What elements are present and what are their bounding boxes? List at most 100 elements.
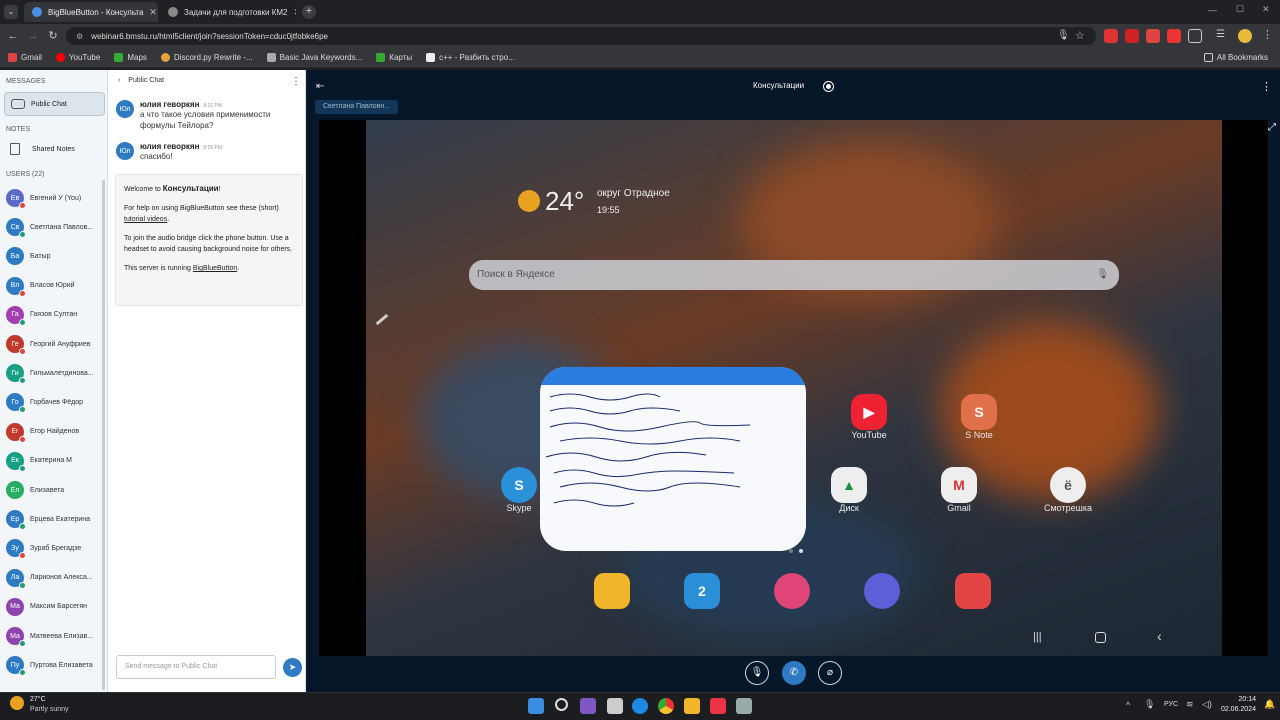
shared-notes-item[interactable]: Shared Notes	[10, 143, 75, 155]
task-view-icon[interactable]	[607, 698, 623, 714]
app-smotreshka[interactable]: ë Смотрешка	[1028, 467, 1108, 513]
chevron-left-icon[interactable]: ‹	[118, 77, 120, 84]
new-tab-button[interactable]: +	[302, 5, 316, 19]
bookmark-gmail[interactable]: Gmail	[8, 53, 42, 62]
user-list-item[interactable]: Ел Елизавета	[6, 477, 104, 503]
app-skype[interactable]: S Skype	[479, 467, 559, 513]
forward-button[interactable]: →	[24, 27, 42, 45]
volume-icon[interactable]: ◁)	[1202, 699, 1212, 710]
bookmark-maps[interactable]: Maps	[114, 53, 147, 62]
bookmark-java[interactable]: Basic Java Keywords...	[266, 53, 362, 62]
weather-icon[interactable]	[10, 696, 24, 710]
profile-avatar[interactable]	[1238, 29, 1252, 43]
close-window-button[interactable]: ✕	[1262, 4, 1270, 15]
user-list-item[interactable]: Св Светлана Павлов...	[6, 214, 104, 240]
extension-icon[interactable]	[1125, 29, 1139, 43]
tab-tasks[interactable]: Задачи для подготовки КМ2 ✕	[160, 2, 296, 22]
user-list-scrollbar[interactable]	[102, 180, 105, 690]
android-back-icon[interactable]: ‹	[1157, 628, 1162, 644]
recent-apps-icon[interactable]: |||	[1033, 631, 1042, 643]
send-message-button[interactable]: ➤	[283, 658, 302, 677]
start-icon[interactable]	[528, 698, 544, 714]
tab-bigbluebutton[interactable]: BigBlueButton - Консульта ✕	[24, 2, 158, 22]
extension-icon[interactable]	[1146, 29, 1160, 43]
gallery-dock-icon[interactable]	[774, 573, 810, 609]
share-webcam-button[interactable]: ⌀	[818, 661, 842, 685]
user-list-item[interactable]: Вл Власов Юрий	[6, 273, 104, 299]
site-info-icon[interactable]: ⚙	[76, 32, 83, 41]
user-list-item[interactable]: Пу Пуртова Елизавета	[6, 652, 104, 678]
bigbluebutton-link[interactable]: BigBlueButton	[193, 265, 237, 272]
bookmark-maps-ru[interactable]: Карты	[376, 53, 412, 62]
user-list-item[interactable]: Го Горбачев Фёдор	[6, 389, 104, 415]
address-bar[interactable]: ⚙ webinar6.bmstu.ru/html5client/join?ses…	[66, 27, 1096, 45]
user-list-item[interactable]: Га Гаязов Султан	[6, 302, 104, 328]
taskbar-weather-desc[interactable]: Partly sunny	[30, 706, 69, 713]
notes-app-preview[interactable]	[540, 367, 806, 551]
microphone-icon[interactable]: 🎙	[1096, 260, 1109, 290]
public-chat-item[interactable]: Public Chat	[4, 92, 105, 116]
microphone-icon[interactable]: 🎙	[1057, 30, 1070, 41]
fullscreen-icon[interactable]: ⤢	[1268, 122, 1276, 133]
tab-search-button[interactable]: ⌄	[4, 5, 18, 19]
file-explorer-icon[interactable]	[684, 698, 700, 714]
language-indicator[interactable]: РУС	[1164, 701, 1178, 708]
user-list-item[interactable]: Ла Ларионов Алекса...	[6, 565, 104, 591]
leave-audio-button[interactable]: ✆	[782, 661, 806, 685]
taskbar-weather-temp[interactable]: 27°C	[30, 696, 46, 703]
extension-adblock-icon[interactable]	[1104, 29, 1118, 43]
user-list-item[interactable]: Ма Максим Барсегян	[6, 594, 104, 620]
close-tab-icon[interactable]: ✕	[294, 7, 297, 18]
home-icon[interactable]	[1095, 632, 1106, 643]
maximize-button[interactable]: ☐	[1236, 4, 1244, 15]
app-drive[interactable]: ▲ Диск	[809, 467, 889, 513]
user-list-item[interactable]: Ер Ерцева Екатерина	[6, 506, 104, 532]
close-tab-icon[interactable]: ✕	[149, 7, 157, 18]
shared-screen[interactable]: 24° округ Отрадное 19:55 Поиск в Яндексе…	[319, 120, 1222, 656]
copilot-icon[interactable]	[580, 698, 596, 714]
recording-indicator-icon[interactable]	[823, 81, 834, 92]
edge-icon[interactable]	[632, 698, 648, 714]
chat-options-icon[interactable]: ⋮	[291, 76, 301, 87]
clock-date[interactable]: 02.06.2024	[1218, 706, 1256, 713]
files-dock-icon[interactable]	[594, 573, 630, 609]
user-list-item[interactable]: Ма Матвеева Елизав...	[6, 623, 104, 649]
user-list-item[interactable]: Ба Батыр	[6, 243, 104, 269]
bookmark-youtube[interactable]: YouTube	[55, 53, 100, 62]
app-gmail[interactable]: M Gmail	[919, 467, 999, 513]
tray-overflow-icon[interactable]: ^	[1126, 700, 1130, 710]
chrome-icon[interactable]	[658, 698, 674, 714]
camera-dock-icon[interactable]	[955, 573, 991, 609]
search-icon[interactable]	[555, 698, 568, 711]
bookmark-star-icon[interactable]: ☆	[1075, 29, 1085, 42]
reload-button[interactable]: ↻	[44, 27, 62, 45]
app-youtube[interactable]: ▶ YouTube	[829, 394, 909, 440]
user-list-item[interactable]: Ев Евгений У (You)	[6, 185, 104, 211]
reading-list-icon[interactable]: ☰	[1216, 29, 1230, 43]
minimize-button[interactable]: —	[1208, 5, 1217, 15]
toggle-user-list-icon[interactable]: ⇤	[316, 81, 324, 92]
user-list-item[interactable]: Ги Гильмалетдинова...	[6, 360, 104, 386]
extension-icon[interactable]	[1167, 29, 1181, 43]
browser-menu-icon[interactable]: ⋮	[1262, 28, 1273, 41]
user-list-item[interactable]: Ег Егор Найденов	[6, 419, 104, 445]
user-list-item[interactable]: Ек Екатерина М	[6, 448, 104, 474]
user-list-item[interactable]: Ге Георгий Ануфриев	[6, 331, 104, 357]
bookmark-discord[interactable]: Discord.py Rewrite -...	[160, 53, 253, 62]
chat-message-input[interactable]: Send message to Public Chat	[116, 655, 276, 679]
wifi-icon[interactable]: ≋	[1186, 699, 1194, 710]
app-icon[interactable]	[710, 698, 726, 714]
back-button[interactable]: ←	[4, 27, 22, 45]
tray-microphone-icon[interactable]: 🎙	[1144, 699, 1155, 710]
user-list-item[interactable]: Зу Зураб Брегадзе	[6, 535, 104, 561]
mute-microphone-button[interactable]: 🎙	[745, 661, 769, 685]
extensions-puzzle-icon[interactable]	[1188, 29, 1202, 43]
bookmark-cpp[interactable]: c++ - Разбить стро...	[426, 53, 515, 62]
stage-options-icon[interactable]: ⋮	[1261, 80, 1272, 93]
calendar-dock-icon[interactable]: 2	[684, 573, 720, 609]
notifications-icon[interactable]: 🔔	[1264, 699, 1275, 710]
chat-header[interactable]: ‹ Public Chat	[118, 77, 164, 84]
calculator-icon[interactable]	[736, 698, 752, 714]
app-snote[interactable]: S S Note	[939, 394, 1019, 440]
browser-dock-icon[interactable]	[864, 573, 900, 609]
